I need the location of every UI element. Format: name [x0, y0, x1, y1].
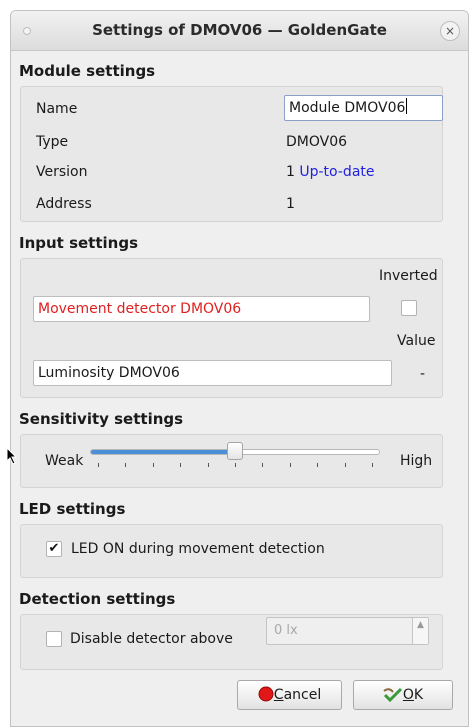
- slider-tick: [152, 463, 154, 467]
- ok-icon: [383, 687, 402, 703]
- title-bar[interactable]: Settings of DMOV06 — GoldenGate ×: [11, 11, 468, 51]
- version-number: 1: [286, 164, 295, 180]
- luminosity-reading: -: [420, 366, 426, 382]
- close-button[interactable]: ×: [440, 21, 460, 41]
- slider-tick: [125, 463, 127, 467]
- name-field[interactable]: Module DMOV06: [284, 95, 443, 121]
- type-value: DMOV06: [286, 134, 348, 150]
- movement-detector-field[interactable]: Movement detector DMOV06: [33, 296, 370, 322]
- threshold-spinbox[interactable]: 0 lx ▲: [266, 617, 429, 645]
- cancel-label-rest: ancel: [283, 687, 322, 703]
- sensitivity-settings-title: Sensitivity settings: [19, 410, 184, 428]
- disable-detector-checkbox[interactable]: [46, 631, 62, 647]
- address-value: 1: [286, 196, 295, 212]
- led-checkbox[interactable]: ✔: [46, 541, 62, 557]
- cancel-icon: [258, 686, 274, 702]
- spin-up-icon[interactable]: ▲: [412, 618, 428, 644]
- type-label: Type: [36, 134, 69, 150]
- module-settings-title: Module settings: [19, 62, 156, 80]
- cancel-accelerator: C: [273, 687, 284, 703]
- version-status-link[interactable]: Up-to-date: [299, 164, 374, 180]
- cancel-button[interactable]: Cancel: [237, 680, 342, 710]
- name-label: Name: [36, 101, 78, 117]
- led-checkbox-label[interactable]: LED ON during movement detection: [71, 541, 325, 557]
- window-title: Settings of DMOV06 — GoldenGate: [92, 21, 387, 39]
- slider-max-label: High: [400, 453, 433, 469]
- address-label: Address: [36, 196, 92, 212]
- slider-tick: [372, 463, 373, 467]
- name-field-value: Module DMOV06: [289, 100, 406, 116]
- disable-detector-label[interactable]: Disable detector above: [70, 631, 233, 647]
- slider-tick: [235, 463, 236, 467]
- slider-tick: [344, 463, 346, 467]
- led-settings-title: LED settings: [19, 500, 126, 518]
- luminosity-field[interactable]: Luminosity DMOV06: [33, 360, 392, 386]
- text-caret: [406, 98, 408, 114]
- ok-label-rest: K: [413, 687, 424, 703]
- slider-min-label: Weak: [45, 453, 84, 469]
- inverted-column-label: Inverted: [379, 268, 438, 284]
- slider-tick: [262, 463, 264, 467]
- slider-handle[interactable]: [227, 442, 243, 460]
- ok-accelerator: O: [402, 687, 414, 703]
- detection-settings-title: Detection settings: [19, 590, 176, 608]
- slider-tick: [207, 463, 209, 467]
- slider-fill: [91, 450, 235, 454]
- inverted-checkbox[interactable]: [401, 300, 417, 316]
- ok-button[interactable]: OK: [353, 680, 453, 710]
- version-label: Version: [36, 164, 88, 180]
- slider-tick: [98, 463, 99, 467]
- slider-tick: [180, 463, 182, 467]
- slider-tick: [317, 463, 319, 467]
- threshold-value: 0 lx: [274, 623, 298, 638]
- version-value: 1 Up-to-date: [286, 164, 375, 180]
- value-column-label: Value: [397, 333, 436, 349]
- mouse-pointer-icon: [6, 447, 18, 465]
- input-settings-title: Input settings: [19, 234, 138, 252]
- slider-tick: [289, 463, 291, 467]
